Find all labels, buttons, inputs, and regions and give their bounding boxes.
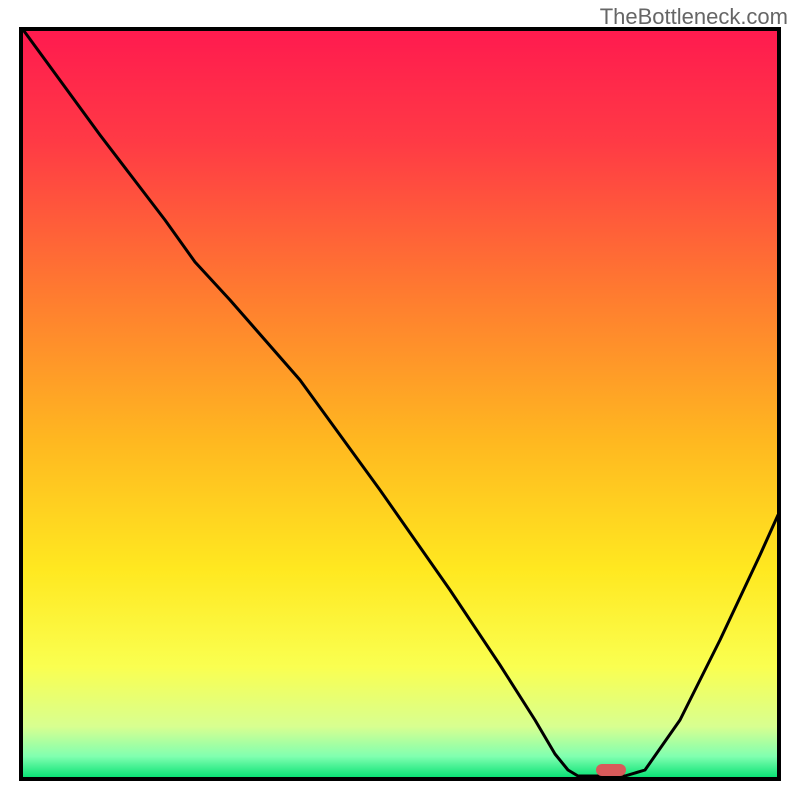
bottleneck-chart	[0, 0, 800, 800]
watermark-text: TheBottleneck.com	[600, 4, 788, 30]
chart-container: TheBottleneck.com	[0, 0, 800, 800]
optimal-point-marker	[596, 764, 626, 776]
gradient-background	[21, 29, 779, 779]
